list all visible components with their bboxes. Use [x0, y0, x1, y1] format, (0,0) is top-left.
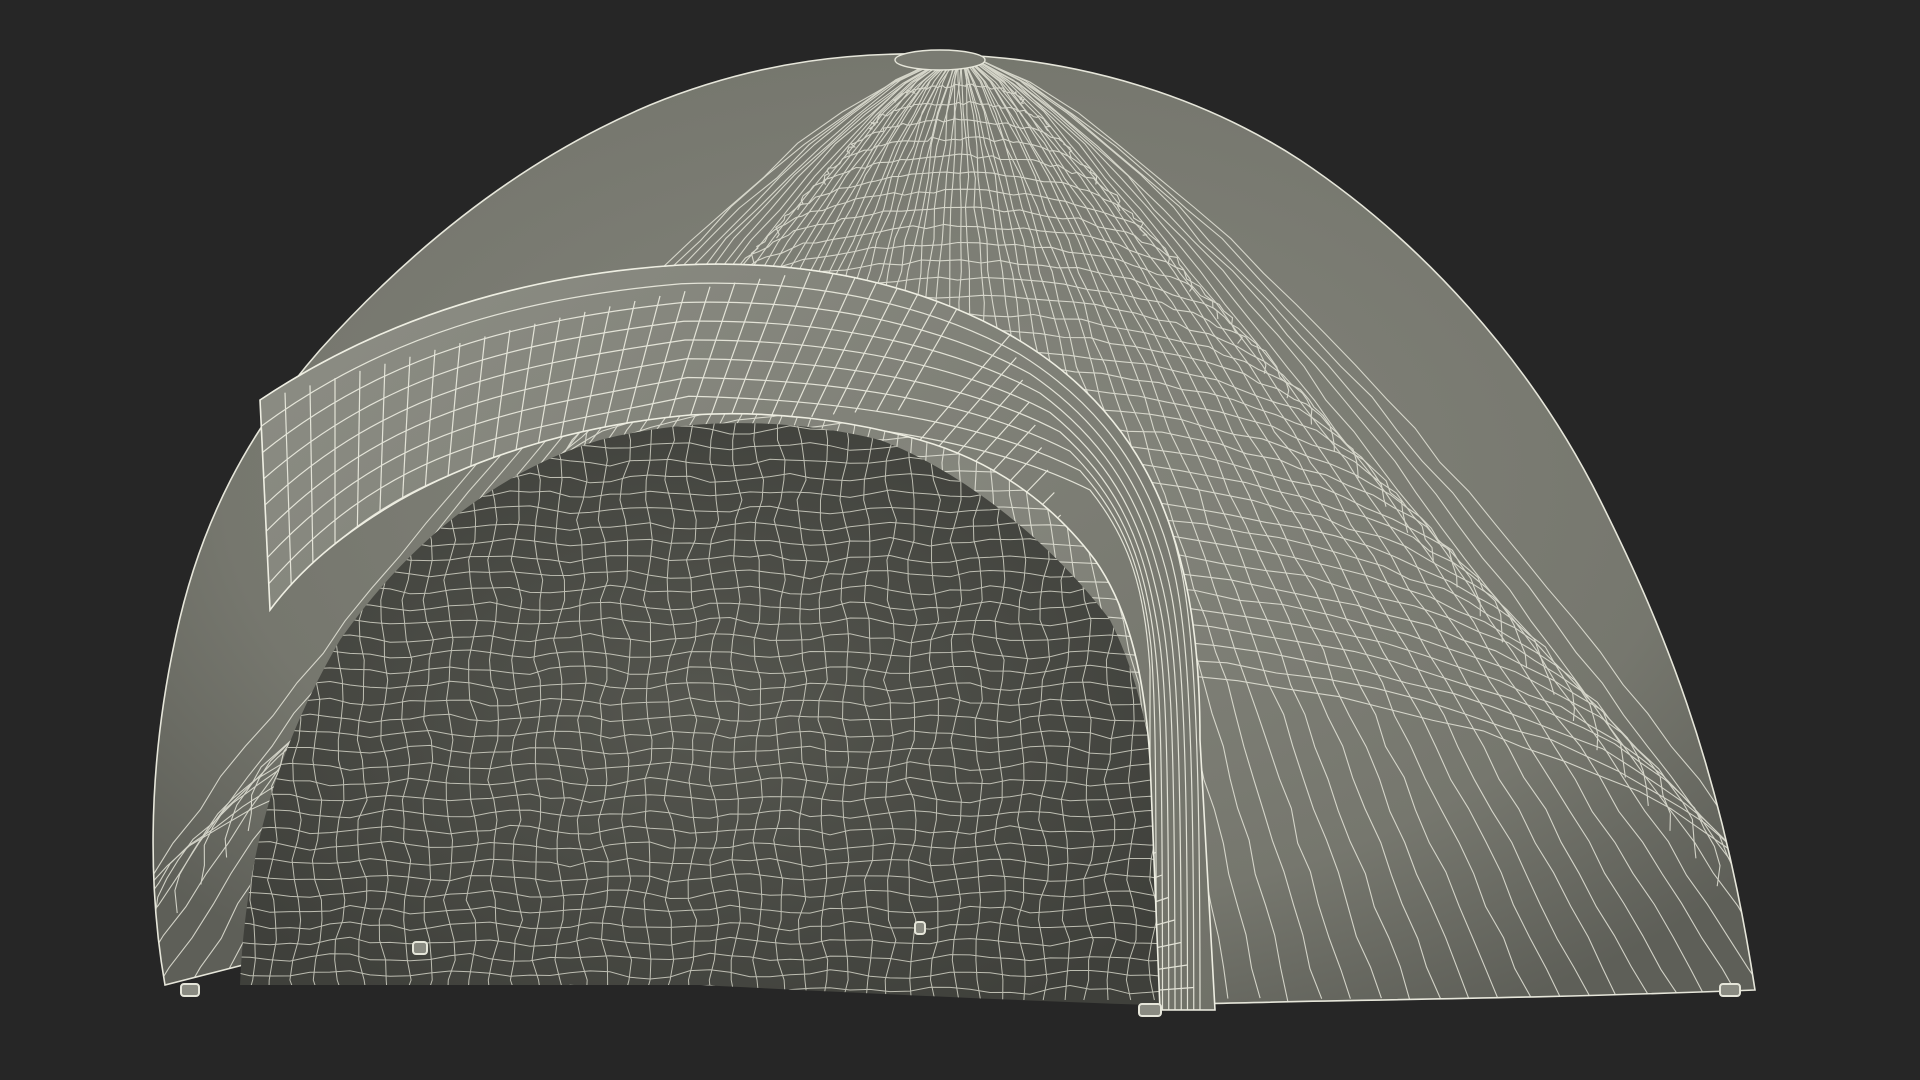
tent-wireframe-render	[152, 49, 1756, 1017]
render-viewport	[0, 0, 1920, 1080]
anchor-clip	[1138, 1003, 1162, 1017]
anchor-clip	[1719, 983, 1741, 997]
tent-top-valve	[894, 49, 986, 71]
anchor-clip	[412, 941, 428, 955]
anchor-clip	[914, 921, 926, 935]
anchor-clip	[180, 983, 200, 997]
